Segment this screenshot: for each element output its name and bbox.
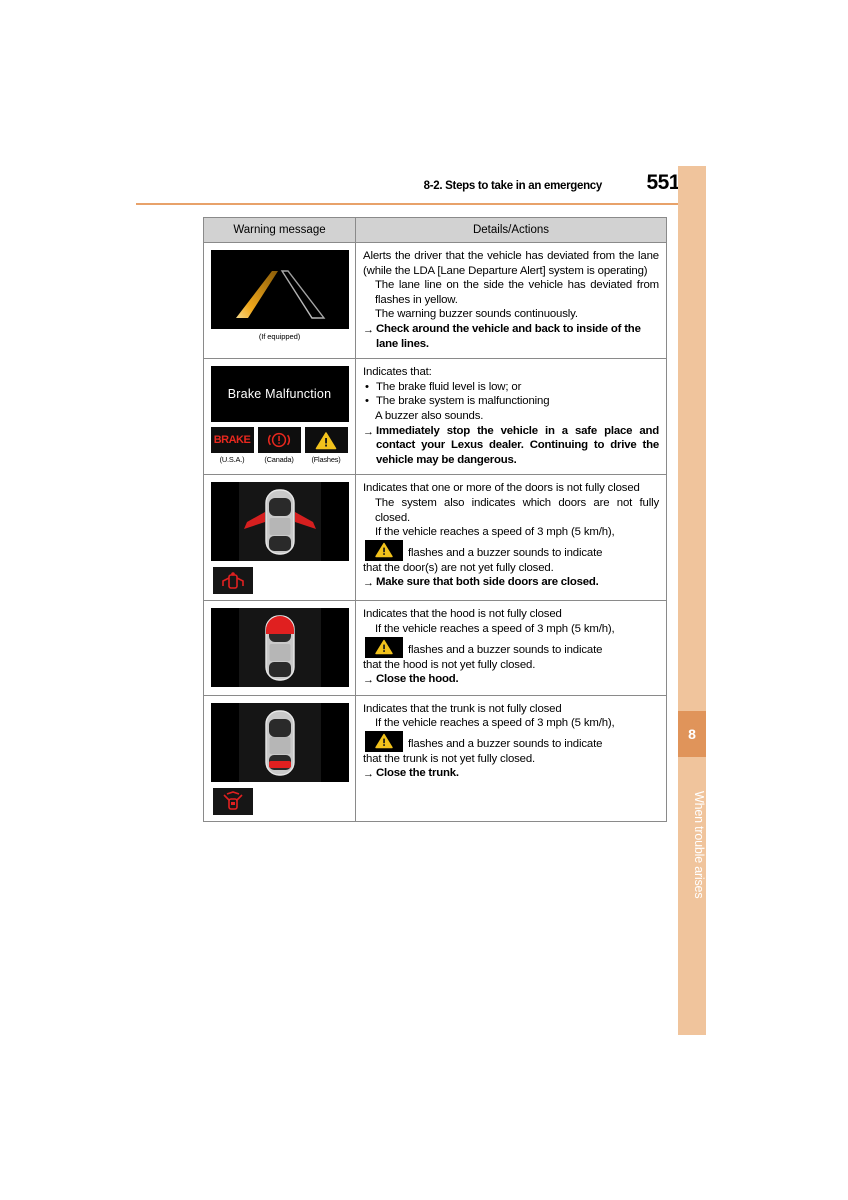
brake-malfunction-display-image: Brake Malfunction [210, 366, 349, 423]
column-header-details-actions: Details/Actions [472, 224, 550, 236]
details-bullet: • The brake system is malfunctioning [365, 395, 550, 408]
trunk-ajar-icon [212, 787, 253, 815]
bullet-icon: • [365, 395, 369, 408]
details-subline: that the hood is not yet fully closed. [363, 658, 536, 671]
bullet-icon: • [365, 380, 369, 393]
warning-triangle-glyph [375, 542, 393, 557]
brake-word-label: BRAKE [213, 434, 251, 447]
details-action: → Close the hood. [363, 673, 459, 687]
details-action: → Check around the vehicle and back to i… [363, 322, 641, 350]
details-icon-sentence: flashes and a buzzer sounds to indicate [363, 636, 659, 658]
indicator-item: (Flashes) [304, 427, 348, 465]
warning-triangle-glyph [375, 733, 393, 749]
car-topview-hood-icon [210, 608, 349, 688]
arrow-icon: → [363, 674, 374, 687]
icon-sentence-tail: flashes and a buzzer sounds to indicate [408, 737, 603, 750]
trunk-open-display-image [210, 702, 349, 782]
brake-circle-icon [257, 427, 301, 454]
table-row: Indicates that the hood is not fully clo… [204, 601, 666, 696]
brake-circle-glyph [267, 433, 291, 448]
warning-triangle-icon [365, 636, 403, 658]
details-intro: Indicates that the hood is not fully clo… [363, 608, 562, 621]
door-ajar-glyph [221, 572, 244, 589]
lane-departure-display-image [210, 250, 349, 329]
details-intro: Indicates that one or more of the doors … [363, 482, 640, 495]
header-section-title: 8-2. Steps to take in an emergency [423, 180, 603, 192]
details-subline: that the trunk is not yet fully closed. [363, 752, 536, 765]
indicator-item: (Canada) [257, 427, 301, 465]
details-subline: The system also indicates which doors ar… [375, 496, 659, 524]
warning-triangle-glyph [315, 431, 337, 449]
trunk-ajar-glyph [222, 791, 243, 810]
details-actions-cell: Indicates that the hood is not fully clo… [356, 601, 666, 694]
table-row: Indicates that one or more of the doors … [204, 475, 666, 602]
details-subline: The warning buzzer sounds continuously. [375, 308, 578, 321]
header-divider-rule [136, 203, 682, 205]
brake-word-icon: BRAKE [210, 427, 254, 454]
warning-message-cell: Brake Malfunction BRAKE (U.S.A.) (Canada… [204, 359, 356, 475]
warning-message-cell: (If equipped) [204, 243, 356, 359]
details-actions-cell: Alerts the driver that the vehicle has d… [356, 243, 666, 358]
details-subline: If the vehicle reaches a speed of 3 mph … [375, 717, 615, 730]
details-action: → Make sure that both side doors are clo… [363, 576, 599, 590]
lane-departure-icon [210, 250, 349, 329]
car-topview-doors-icon [210, 482, 349, 562]
image-caption: (If equipped) [258, 332, 301, 341]
details-icon-sentence: flashes and a buzzer sounds to indicate [363, 539, 659, 561]
door-ajar-icon [212, 567, 253, 595]
warning-triangle-icon [365, 539, 403, 561]
details-subline: If the vehicle reaches a speed of 3 mph … [375, 526, 615, 539]
details-intro: Indicates that: [363, 366, 432, 379]
chapter-number-block: 8 [678, 711, 706, 757]
indicator-item: BRAKE (U.S.A.) [210, 427, 254, 465]
chapter-label: When trouble arises [692, 791, 706, 899]
arrow-icon: → [363, 577, 374, 590]
table-header-row: Warning message Details/Actions [204, 218, 666, 243]
column-header-warning-message: Warning message [204, 218, 356, 242]
table-row: Brake Malfunction BRAKE (U.S.A.) (Canada… [204, 359, 666, 476]
indicator-caption: (Flashes) [311, 455, 341, 465]
display-text: Brake Malfunction [227, 387, 332, 402]
table-row: Indicates that the trunk is not fully cl… [204, 695, 666, 821]
arrow-icon: → [363, 768, 374, 781]
warning-triangle-icon [365, 730, 403, 752]
details-subline: If the vehicle reaches a speed of 3 mph … [375, 622, 615, 635]
hood-open-display-image [210, 608, 349, 688]
details-subline: that the door(s) are not yet fully close… [363, 561, 554, 574]
indicator-icon-row: BRAKE (U.S.A.) (Canada) (Flashes) [210, 427, 349, 465]
warning-message-cell [204, 695, 356, 821]
details-bullet: • The brake fluid level is low; or [365, 380, 522, 393]
arrow-icon: → [363, 425, 374, 438]
indicator-caption: (U.S.A.) [219, 455, 245, 465]
details-subline: The lane line on the side the vehicle ha… [375, 279, 659, 306]
table-row: (If equipped) Alerts the driver that the… [204, 243, 666, 360]
warning-triangle-glyph [375, 639, 393, 654]
details-subline: A buzzer also sounds. [375, 409, 484, 422]
chapter-number: 8 [688, 726, 696, 742]
car-topview-trunk-icon [210, 702, 349, 782]
icon-sentence-tail: flashes and a buzzer sounds to indicate [408, 643, 603, 656]
details-actions-cell: Indicates that one or more of the doors … [356, 475, 666, 600]
warning-message-table: Warning message Details/Actions (If equi… [203, 217, 667, 822]
details-actions-cell: Indicates that the trunk is not fully cl… [356, 696, 666, 821]
icon-sentence-tail: flashes and a buzzer sounds to indicate [408, 546, 603, 559]
details-action: → Immediately stop the vehicle in a safe… [363, 424, 659, 466]
door-open-display-image [210, 482, 349, 562]
details-action: → Close the trunk. [363, 767, 459, 781]
page-header: 8-2. Steps to take in an emergency 551 [136, 171, 681, 204]
warning-message-cell [204, 601, 356, 695]
details-actions-cell: Indicates that: • The brake fluid level … [356, 359, 666, 474]
warning-triangle-icon [304, 427, 348, 454]
details-intro: Alerts the driver that the vehicle has d… [363, 250, 659, 277]
warning-message-cell [204, 475, 356, 601]
indicator-caption: (Canada) [264, 455, 294, 465]
details-intro: Indicates that the trunk is not fully cl… [363, 702, 562, 715]
page-number: 551 [646, 171, 680, 194]
arrow-icon: → [363, 323, 374, 336]
details-icon-sentence: flashes and a buzzer sounds to indicate [363, 730, 659, 752]
